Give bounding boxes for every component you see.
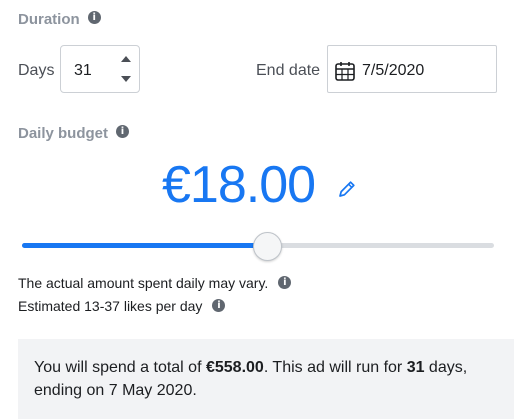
pencil-icon[interactable] bbox=[336, 178, 358, 200]
end-date-label: End date bbox=[256, 62, 321, 79]
spend-vary-note: The actual amount spent daily may vary. i bbox=[18, 275, 292, 291]
calendar-icon[interactable] bbox=[334, 60, 356, 82]
decrement-down-icon[interactable] bbox=[121, 76, 131, 82]
duration-label: Duration bbox=[18, 11, 80, 28]
likes-estimate-note: Estimated 13-37 likes per day i bbox=[18, 298, 226, 314]
end-date-value: 7/5/2020 bbox=[362, 62, 425, 79]
days-value[interactable]: 31 bbox=[74, 62, 92, 80]
increment-up-icon[interactable] bbox=[121, 56, 131, 62]
slider-fill bbox=[22, 243, 267, 248]
summary-days: 31 bbox=[406, 359, 425, 376]
summary-text-2: . This ad will run for bbox=[263, 359, 407, 376]
budget-amount[interactable]: €18.00 bbox=[162, 155, 316, 215]
days-stepper-input[interactable]: 31 bbox=[60, 45, 140, 93]
budget-info-icon[interactable]: i bbox=[116, 124, 130, 138]
slider-handle[interactable] bbox=[253, 232, 282, 261]
end-date-input[interactable]: 7/5/2020 bbox=[327, 45, 497, 93]
likes-estimate-text: Estimated 13-37 likes per day bbox=[18, 298, 203, 314]
daily-budget-label: Daily budget bbox=[18, 125, 109, 142]
days-label: Days bbox=[18, 62, 55, 79]
budget-slider[interactable] bbox=[22, 232, 494, 261]
duration-section-title: Duration i bbox=[18, 10, 101, 28]
spend-summary-box: You will spend a total of €558.00. This … bbox=[18, 339, 514, 419]
summary-text-1: You will spend a total of bbox=[34, 359, 206, 376]
likes-info-icon[interactable]: i bbox=[212, 298, 226, 312]
spend-info-icon[interactable]: i bbox=[278, 275, 292, 289]
days-stepper bbox=[113, 46, 139, 92]
spend-vary-text: The actual amount spent daily may vary. bbox=[18, 275, 269, 291]
duration-info-icon[interactable]: i bbox=[87, 10, 101, 24]
summary-total: €558.00 bbox=[205, 359, 264, 376]
budget-section-title: Daily budget i bbox=[18, 124, 130, 142]
